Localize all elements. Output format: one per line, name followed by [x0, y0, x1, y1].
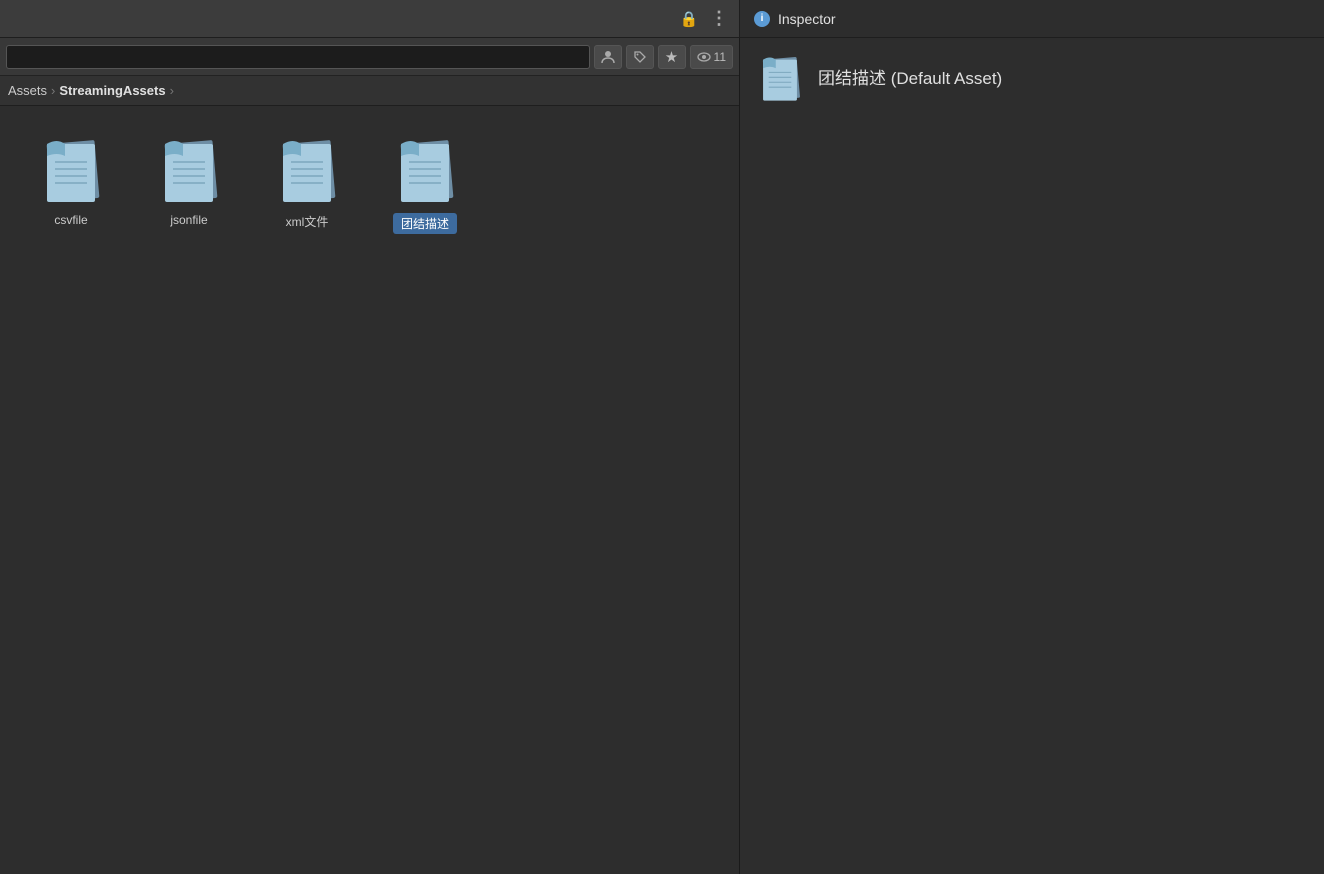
breadcrumb-root[interactable]: Assets — [8, 83, 47, 98]
list-item[interactable]: xml文件 — [252, 126, 362, 240]
file-icon-tuanjie — [388, 132, 463, 207]
file-label: jsonfile — [170, 213, 207, 227]
file-icon-csvfile — [34, 132, 109, 207]
eye-count: 11 — [714, 50, 726, 64]
list-item[interactable]: 团结描述 — [370, 126, 480, 240]
eye-count-btn[interactable]: 11 — [690, 45, 733, 69]
filter-icon-btn[interactable] — [594, 45, 622, 69]
more-options-icon[interactable]: ⋮ — [705, 5, 733, 33]
star-icon-btn[interactable]: ★ — [658, 45, 686, 69]
breadcrumb-sep1: › — [51, 83, 55, 98]
search-input[interactable] — [6, 45, 590, 69]
list-item[interactable]: csvfile — [16, 126, 126, 240]
assets-panel: ★ 11 Assets › StreamingAssets › — [0, 38, 740, 874]
inspector-tab[interactable]: i Inspector — [740, 0, 1324, 37]
inspector-panel: 团结描述 (Default Asset) — [740, 38, 1324, 874]
file-grid: csvfile j — [0, 106, 739, 874]
file-label: csvfile — [54, 213, 87, 227]
breadcrumb-arrow: › — [170, 83, 174, 98]
breadcrumb-current[interactable]: StreamingAssets — [59, 83, 165, 98]
list-item[interactable]: jsonfile — [134, 126, 244, 240]
file-icon-xmlfile — [270, 132, 345, 207]
inspector-asset-name: 团结描述 (Default Asset) — [818, 64, 1002, 89]
inspector-info-icon: i — [754, 11, 770, 27]
inspector-asset-header: 团结描述 (Default Asset) — [740, 38, 1324, 114]
file-label-selected: 团结描述 — [393, 213, 457, 234]
breadcrumb: Assets › StreamingAssets › — [0, 76, 739, 106]
inspector-asset-icon — [756, 52, 804, 100]
lock-icon[interactable]: 🔒 — [675, 5, 703, 33]
file-label: xml文件 — [286, 213, 329, 230]
inspector-title: Inspector — [778, 11, 836, 27]
assets-toolbar: ★ 11 — [0, 38, 739, 76]
tag-icon-btn[interactable] — [626, 45, 654, 69]
file-icon-jsonfile — [152, 132, 227, 207]
